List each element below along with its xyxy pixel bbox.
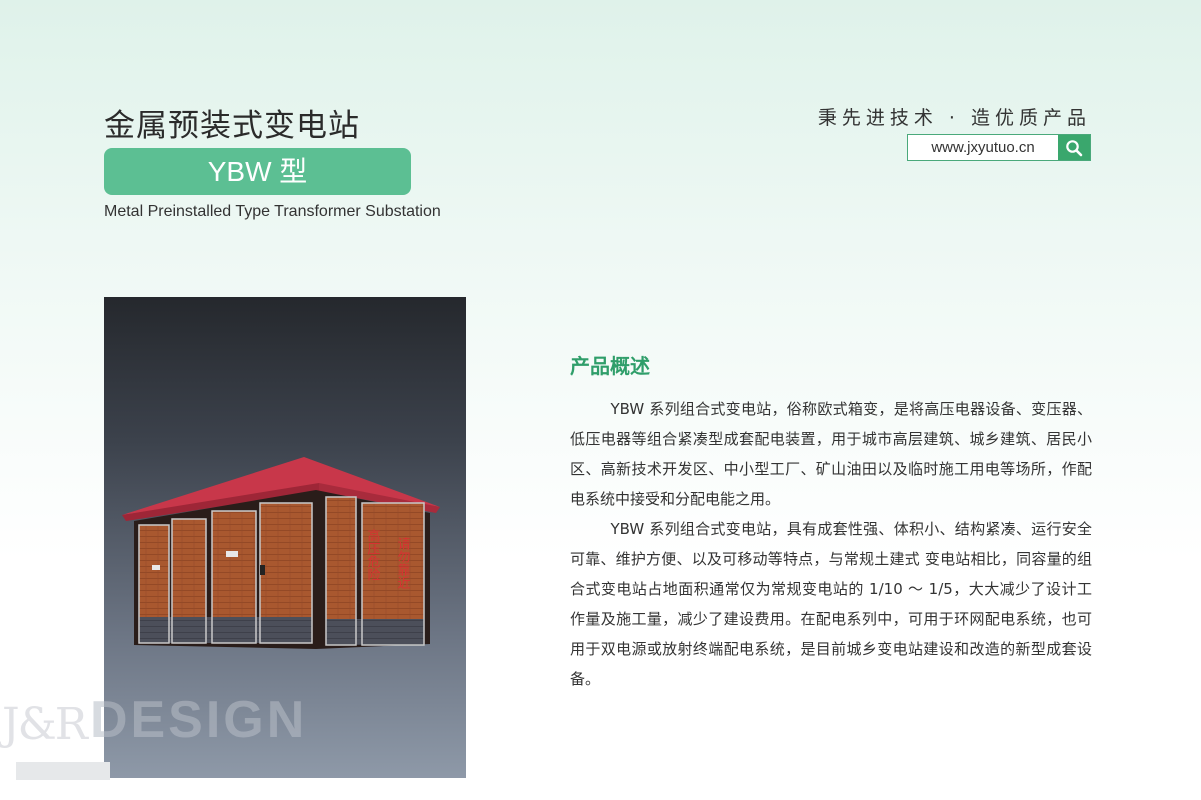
overview-description: YBW 系列组合式变电站，俗称欧式箱变，是将高压电器设备、变压器、低压电器等组合… xyxy=(570,394,1092,694)
website-search-box[interactable]: www.jxyutuo.cn xyxy=(907,134,1091,161)
watermark-word: DESIGN xyxy=(89,691,308,749)
overview-paragraph: YBW 系列组合式变电站，具有成套性强、体积小、结构紧凑、运行安全可靠、维护方便… xyxy=(570,520,1092,688)
watermark-mark: J&R xyxy=(2,699,88,750)
search-button[interactable] xyxy=(1058,135,1090,160)
product-title-en: Metal Preinstalled Type Transformer Subs… xyxy=(104,203,441,220)
watermark-bar xyxy=(16,762,110,780)
warning-text-left: 高压危险 xyxy=(365,528,381,581)
model-badge: YBW 型 xyxy=(104,148,411,195)
website-url[interactable]: www.jxyutuo.cn xyxy=(908,135,1058,160)
product-title-zh: 金属预装式变电站 xyxy=(104,108,360,144)
warning-text-right: 请勿靠近 xyxy=(395,537,411,590)
overview-paragraph: YBW 系列组合式变电站，俗称欧式箱变，是将高压电器设备、变压器、低压电器等组合… xyxy=(570,400,1092,508)
search-icon xyxy=(1066,139,1083,156)
watermark-logo: J&R DESIGN xyxy=(2,690,307,750)
overview-title: 产品概述 xyxy=(570,354,650,378)
brand-slogan: 秉先进技术 · 造优质产品 xyxy=(817,107,1091,129)
